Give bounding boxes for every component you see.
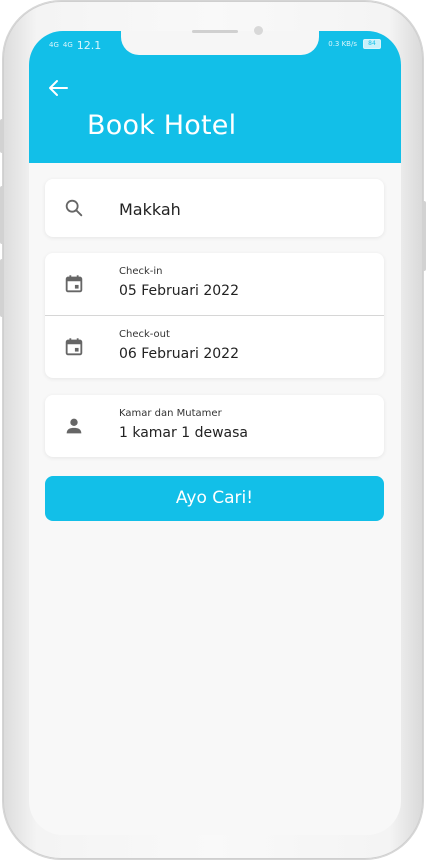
- phone-side-button: [0, 259, 4, 317]
- checkout-row[interactable]: Check-out 06 Februari 2022: [45, 316, 384, 378]
- search-button[interactable]: Ayo Cari!: [45, 476, 384, 521]
- status-time: 12.1: [76, 39, 102, 52]
- calendar-icon: [65, 275, 83, 293]
- phone-notch: [121, 31, 319, 55]
- date-card: Check-in 05 Februari 2022 Check-out 06 F…: [45, 253, 384, 378]
- battery-icon: 84: [363, 39, 381, 49]
- checkin-date[interactable]: 05 Februari 2022: [119, 283, 239, 299]
- search-icon: [65, 199, 83, 217]
- guests-value[interactable]: 1 kamar 1 dewasa: [119, 425, 248, 441]
- status-bar-right: 0.3 KB/s 84: [328, 39, 381, 49]
- guests-card[interactable]: Kamar dan Mutamer 1 kamar 1 dewasa: [45, 395, 384, 457]
- phone-side-button: [0, 186, 4, 244]
- signal-icon: 4G: [62, 41, 73, 49]
- search-row[interactable]: Makkah: [45, 179, 384, 237]
- app-screen: 4G 4G 12.1 0.3 KB/s 84 Book Hotel Makkah: [29, 31, 401, 835]
- checkin-row[interactable]: Check-in 05 Februari 2022: [45, 253, 384, 315]
- status-bar-left: 4G 4G 12.1: [49, 39, 101, 52]
- calendar-icon: [65, 338, 83, 356]
- signal-icon: 4G: [49, 41, 59, 49]
- checkin-label: Check-in: [119, 266, 163, 277]
- destination-search-card[interactable]: Makkah: [45, 179, 384, 237]
- checkout-date[interactable]: 06 Februari 2022: [119, 346, 239, 362]
- arrow-left-icon[interactable]: [47, 79, 69, 97]
- phone-side-button: [0, 119, 4, 153]
- page-title: Book Hotel: [87, 110, 237, 141]
- network-speed: 0.3 KB/s: [328, 40, 357, 48]
- person-icon: [66, 418, 82, 434]
- phone-side-button: [422, 201, 426, 271]
- guests-row[interactable]: Kamar dan Mutamer 1 kamar 1 dewasa: [45, 395, 384, 457]
- phone-camera: [254, 26, 263, 35]
- phone-speaker: [192, 30, 238, 33]
- guests-label: Kamar dan Mutamer: [119, 408, 222, 419]
- search-input[interactable]: Makkah: [119, 200, 181, 219]
- checkout-label: Check-out: [119, 329, 170, 340]
